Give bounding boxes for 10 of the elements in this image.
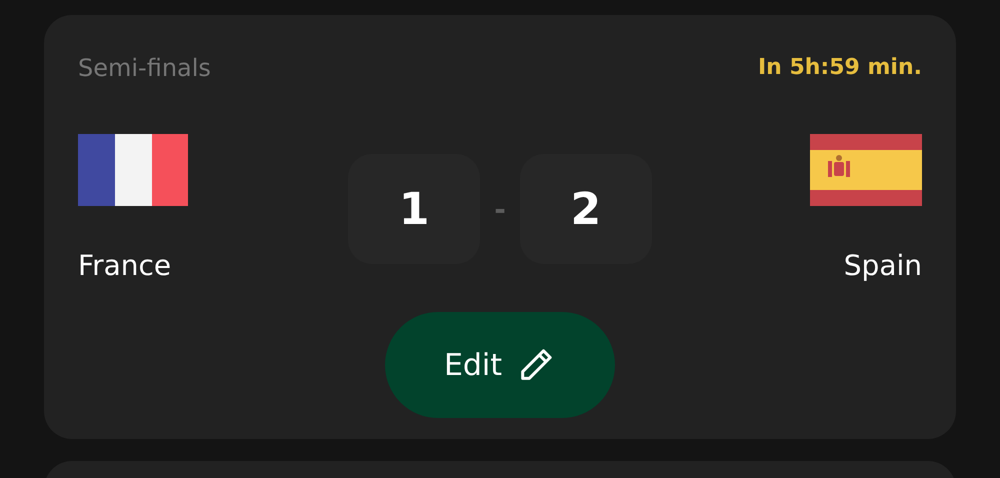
flag-icon bbox=[78, 134, 188, 206]
score-field[interactable]: 2 bbox=[520, 154, 652, 264]
team-name: France bbox=[78, 248, 172, 284]
score-separator: - bbox=[494, 192, 506, 226]
edit-button[interactable]: Edit bbox=[385, 312, 615, 418]
stage-label: Semi-finals bbox=[78, 53, 211, 83]
team-name: Spain bbox=[844, 248, 922, 284]
score-field[interactable]: 1 bbox=[348, 154, 480, 264]
flag-icon bbox=[810, 134, 922, 206]
countdown-label: In 5h:59 min. bbox=[758, 54, 922, 82]
